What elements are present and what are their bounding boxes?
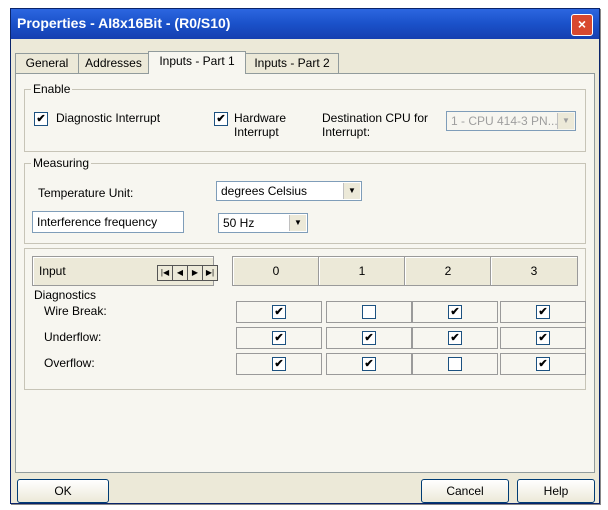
input-header: Input |◀ ◀ ▶ ▶|	[32, 256, 218, 286]
wire-break-checkbox-2[interactable]: ✔	[448, 305, 462, 319]
cancel-button[interactable]: Cancel	[421, 479, 509, 503]
overflow-checkbox-2[interactable]	[448, 357, 462, 371]
wire-break-checkbox-0[interactable]: ✔	[272, 305, 286, 319]
interference-frequency-field[interactable]: Interference frequency	[32, 211, 184, 233]
hardware-interrupt-checkbox[interactable]: ✔	[214, 112, 228, 126]
destination-cpu-label-2: Interrupt:	[322, 125, 371, 139]
destination-cpu-value: 1 - CPU 414-3 PN...	[451, 114, 558, 128]
overflow-cell-1: ✔	[326, 353, 412, 375]
help-button[interactable]: Help	[517, 479, 595, 503]
channel-header-3: 3	[490, 256, 578, 286]
underflow-checkbox-0[interactable]: ✔	[272, 331, 286, 345]
previous-channel-button[interactable]: ◀	[172, 265, 188, 281]
temperature-unit-select[interactable]: degrees Celsius ▼	[216, 181, 362, 201]
tab-panel: Enable ✔ Diagnostic Interrupt ✔ Hardware…	[15, 73, 595, 473]
channel-header-2: 2	[404, 256, 492, 286]
overflow-cell-3: ✔	[500, 353, 586, 375]
arrow-left-icon: ◀	[176, 268, 184, 277]
measuring-legend: Measuring	[33, 156, 90, 170]
wire-break-cell-0: ✔	[236, 301, 322, 323]
chevron-down-icon: ▼	[557, 113, 574, 129]
overflow-checkbox-1[interactable]: ✔	[362, 357, 376, 371]
interference-frequency-select[interactable]: 50 Hz ▼	[218, 213, 308, 233]
wire-break-label: Wire Break:	[44, 304, 107, 318]
underflow-checkbox-3[interactable]: ✔	[536, 331, 550, 345]
underflow-cell-3: ✔	[500, 327, 586, 349]
last-channel-button[interactable]: ▶|	[202, 265, 218, 281]
wire-break-cell-3: ✔	[500, 301, 586, 323]
first-channel-button[interactable]: |◀	[157, 265, 173, 281]
close-button[interactable]: ×	[571, 14, 593, 36]
chevron-down-icon: ▼	[289, 215, 306, 231]
next-channel-button[interactable]: ▶	[187, 265, 203, 281]
destination-cpu-select: 1 - CPU 414-3 PN... ▼	[446, 111, 576, 131]
underflow-label: Underflow:	[44, 330, 102, 344]
underflow-cell-2: ✔	[412, 327, 498, 349]
overflow-checkbox-3[interactable]: ✔	[536, 357, 550, 371]
overflow-cell-0: ✔	[236, 353, 322, 375]
diagnostic-interrupt-label: Diagnostic Interrupt	[56, 111, 161, 125]
tab-addresses[interactable]: Addresses	[78, 53, 149, 73]
overflow-checkbox-0[interactable]: ✔	[272, 357, 286, 371]
channel-header-0: 0	[232, 256, 320, 286]
underflow-cell-0: ✔	[236, 327, 322, 349]
enable-legend: Enable	[33, 82, 71, 96]
title-bar[interactable]: Properties - AI8x16Bit - (R0/S10) ×	[11, 9, 599, 39]
tab-general[interactable]: General	[15, 53, 79, 73]
interference-frequency-value: 50 Hz	[223, 216, 255, 230]
hardware-interrupt-label-2: Interrupt	[234, 125, 279, 139]
destination-cpu-label-1: Destination CPU for	[322, 111, 429, 125]
wire-break-cell-2: ✔	[412, 301, 498, 323]
arrow-right-icon: ▶	[191, 268, 199, 277]
wire-break-cell-1	[326, 301, 412, 323]
underflow-cell-1: ✔	[326, 327, 412, 349]
chevron-down-icon: ▼	[343, 183, 360, 199]
channel-header-1: 1	[318, 256, 406, 286]
underflow-checkbox-1[interactable]: ✔	[362, 331, 376, 345]
tab-inputs-part-1[interactable]: Inputs - Part 1	[148, 51, 246, 74]
temperature-unit-label: Temperature Unit:	[38, 186, 134, 200]
diagnostics-label: Diagnostics	[34, 288, 97, 302]
close-icon: ×	[577, 16, 587, 32]
input-header-label: Input	[39, 264, 66, 278]
temperature-unit-value: degrees Celsius	[221, 184, 308, 198]
properties-dialog: Properties - AI8x16Bit - (R0/S10) × Gene…	[10, 8, 600, 504]
skip-first-icon: |◀	[160, 268, 170, 277]
tab-inputs-part-2[interactable]: Inputs - Part 2	[245, 53, 339, 73]
overflow-label: Overflow:	[44, 356, 95, 370]
ok-button[interactable]: OK	[17, 479, 109, 503]
hardware-interrupt-label-1: Hardware	[234, 111, 287, 125]
skip-last-icon: ▶|	[205, 268, 215, 277]
underflow-checkbox-2[interactable]: ✔	[448, 331, 462, 345]
wire-break-checkbox-3[interactable]: ✔	[536, 305, 550, 319]
overflow-cell-2	[412, 353, 498, 375]
wire-break-checkbox-1[interactable]	[362, 305, 376, 319]
window-title: Properties - AI8x16Bit - (R0/S10)	[17, 15, 231, 31]
diagnostic-interrupt-checkbox[interactable]: ✔	[34, 112, 48, 126]
